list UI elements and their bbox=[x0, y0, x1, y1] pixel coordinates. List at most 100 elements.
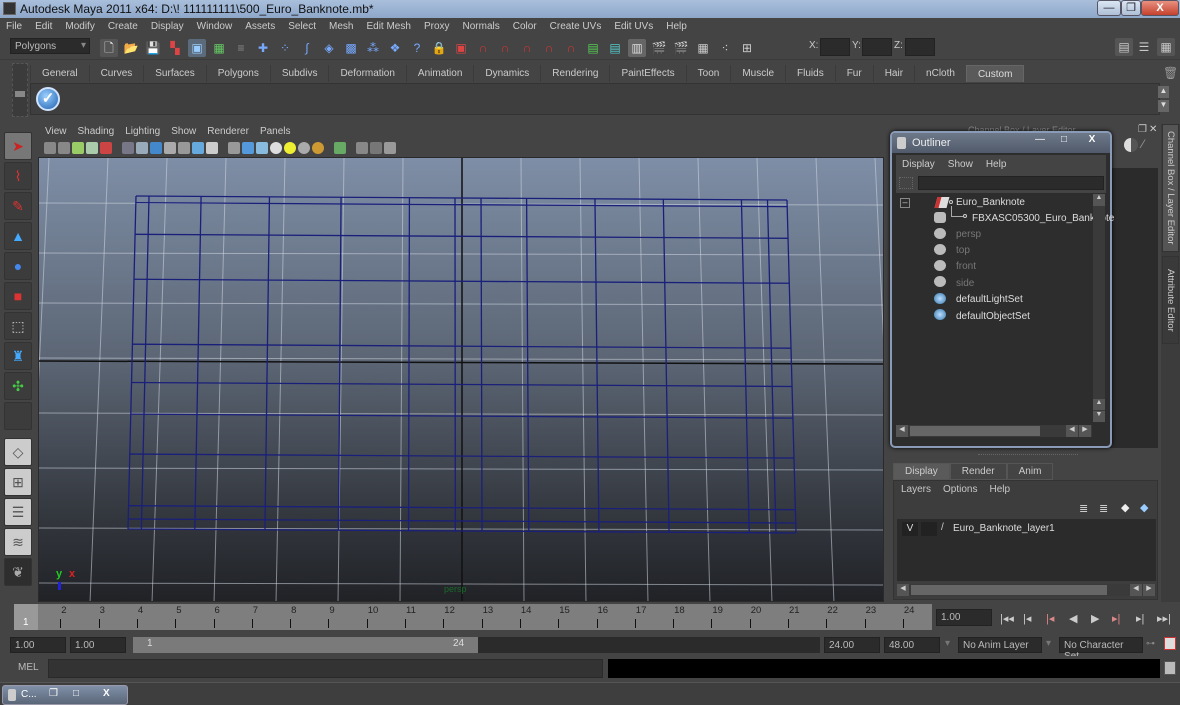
checkmark-shelf-icon[interactable]: ✓ bbox=[36, 87, 60, 111]
command-language-label[interactable]: MEL bbox=[18, 662, 39, 673]
channel-box-pick-icon[interactable]: ⁄ bbox=[1142, 137, 1144, 151]
outliner-item-default-light-set[interactable]: defaultLightSet bbox=[956, 294, 1023, 305]
scroll-left-end-icon[interactable]: ◀ bbox=[1066, 425, 1078, 437]
new-layer-selected-icon[interactable]: ≣ bbox=[1079, 502, 1088, 515]
scroll-page-up-icon[interactable]: ▲ bbox=[1093, 399, 1105, 410]
playback-start-field[interactable]: 1.00 bbox=[70, 637, 126, 653]
high-quality-icon[interactable] bbox=[312, 142, 324, 154]
anim-layer-dropdown[interactable]: No Anim Layer bbox=[958, 637, 1042, 653]
outliner-item-persp[interactable]: persp bbox=[956, 229, 981, 240]
move-tool-button[interactable]: ▲ bbox=[4, 222, 32, 250]
current-frame-indicator[interactable]: 1 bbox=[14, 604, 38, 630]
shelf-scroll-down-icon[interactable]: ▼ bbox=[1158, 100, 1169, 112]
show-manipulator-button[interactable]: ✣ bbox=[4, 372, 32, 400]
panel-close-icon[interactable]: ✕ bbox=[1149, 124, 1157, 135]
shelf-tab-deformation[interactable]: Deformation bbox=[328, 65, 406, 82]
select-joints-icon[interactable]: ⁘ bbox=[276, 39, 294, 57]
script-editor-icon[interactable] bbox=[1164, 661, 1176, 675]
minimized-window[interactable]: C... ❐ □ X bbox=[2, 685, 128, 705]
minimized-maximize-button[interactable]: □ bbox=[73, 688, 79, 699]
menu-mesh[interactable]: Mesh bbox=[329, 21, 353, 32]
outliner-title-bar[interactable]: Outliner — □ X bbox=[892, 133, 1110, 153]
time-slider[interactable]: 123456789101112131415161718192021222324 bbox=[14, 604, 932, 630]
persp-graph-layout-button[interactable]: ≋ bbox=[4, 528, 32, 556]
menu-proxy[interactable]: Proxy bbox=[424, 21, 450, 32]
safe-action-icon[interactable] bbox=[192, 142, 204, 154]
select-tool-button[interactable]: ➤ bbox=[4, 132, 32, 160]
new-scene-icon[interactable]: 🗋 bbox=[100, 39, 118, 57]
lock-selection-icon[interactable]: ≡ bbox=[232, 39, 250, 57]
attribute-editor-toggle-icon[interactable]: ▤ bbox=[1115, 38, 1133, 56]
textured-icon[interactable] bbox=[270, 142, 282, 154]
viewport-menu-lighting[interactable]: Lighting bbox=[125, 126, 160, 137]
tool-settings-toggle-icon[interactable]: ☰ bbox=[1135, 38, 1153, 56]
shelf-tab-muscle[interactable]: Muscle bbox=[730, 65, 786, 82]
outliner-filter-input[interactable] bbox=[918, 176, 1104, 190]
camera-attributes-icon[interactable] bbox=[58, 142, 70, 154]
menu-normals[interactable]: Normals bbox=[463, 21, 500, 32]
shelf-tab-ncloth[interactable]: nCloth bbox=[914, 65, 966, 82]
perspective-viewport[interactable]: y x persp bbox=[38, 157, 884, 602]
layer-menu-options[interactable]: Options bbox=[943, 484, 977, 495]
film-gate-icon[interactable] bbox=[136, 142, 148, 154]
shelf-trash-icon[interactable]: 🗑 bbox=[1163, 66, 1178, 80]
shelf-tab-curves[interactable]: Curves bbox=[88, 65, 144, 82]
isolate-select-icon[interactable] bbox=[334, 142, 346, 154]
shelf-tab-dynamics[interactable]: Dynamics bbox=[473, 65, 541, 82]
viewport-menu-shading[interactable]: Shading bbox=[78, 126, 115, 137]
anim-layer-dropdown-icon[interactable]: ▾ bbox=[945, 638, 950, 649]
select-hierarchy-icon[interactable]: ▚ bbox=[166, 39, 184, 57]
menu-set-dropdown[interactable]: Polygons ▾ bbox=[10, 38, 90, 54]
expand-node-icon[interactable] bbox=[949, 200, 953, 204]
persp-outliner-layout-button[interactable]: ☰ bbox=[4, 498, 32, 526]
y-field[interactable] bbox=[862, 38, 892, 56]
shelf-tab-painteffects[interactable]: PaintEffects bbox=[609, 65, 686, 82]
share-icon[interactable] bbox=[384, 142, 396, 154]
shelf-tab-rendering[interactable]: Rendering bbox=[540, 65, 610, 82]
layer-tab-render[interactable]: Render bbox=[949, 463, 1007, 480]
side-tab-channel-box[interactable]: Channel Box / Layer Editor bbox=[1162, 124, 1179, 252]
filter-options-icon[interactable] bbox=[899, 177, 913, 189]
outliner-menu-show[interactable]: Show bbox=[948, 159, 973, 170]
layer-tab-display[interactable]: Display bbox=[893, 463, 950, 480]
step-forward-key-button[interactable]: ▸| bbox=[1112, 612, 1120, 625]
character-set-dropdown[interactable]: No Character Set bbox=[1059, 637, 1143, 662]
collapse-toggle[interactable]: – bbox=[900, 198, 910, 208]
image-plane-icon[interactable] bbox=[86, 142, 98, 154]
construction-history-icon[interactable]: ▥ bbox=[628, 39, 646, 57]
shelf-tab-animation[interactable]: Animation bbox=[405, 65, 474, 82]
channel-box-toggle-icon[interactable]: ▦ bbox=[1157, 38, 1175, 56]
layer-hscroll-thumb[interactable] bbox=[911, 585, 1107, 595]
outliner-minimize-button[interactable]: — bbox=[1028, 134, 1052, 149]
select-handles-icon[interactable]: ✚ bbox=[254, 39, 272, 57]
menu-create-uvs[interactable]: Create UVs bbox=[550, 21, 602, 32]
go-to-start-button[interactable]: |◂◂ bbox=[1000, 612, 1014, 625]
layer-menu-layers[interactable]: Layers bbox=[901, 484, 931, 495]
viewport-menu-view[interactable]: View bbox=[45, 126, 67, 137]
outliner-menu-display[interactable]: Display bbox=[902, 159, 935, 170]
shelf-tab-general[interactable]: General bbox=[30, 65, 89, 82]
snap-to-curves-icon[interactable]: ∩ bbox=[496, 39, 514, 57]
panel-splitter[interactable] bbox=[978, 454, 1078, 457]
scroll-left-icon[interactable]: ◀ bbox=[896, 425, 908, 437]
render-current-frame-icon[interactable]: 🎬 bbox=[650, 39, 668, 57]
outliner-item-side[interactable]: side bbox=[956, 278, 974, 289]
select-deformations-icon[interactable]: ▩ bbox=[342, 39, 360, 57]
menu-display[interactable]: Display bbox=[151, 21, 184, 32]
soft-mod-tool-button[interactable]: ♜ bbox=[4, 342, 32, 370]
2d-pan-zoom-icon[interactable] bbox=[100, 142, 112, 154]
go-to-end-button[interactable]: ▸▸| bbox=[1157, 612, 1171, 625]
select-camera-icon[interactable] bbox=[44, 142, 56, 154]
snap-to-view-planes-icon[interactable]: ∩ bbox=[540, 39, 558, 57]
menu-edit-uvs[interactable]: Edit UVs bbox=[614, 21, 653, 32]
select-object-icon[interactable]: ▣ bbox=[188, 39, 206, 57]
menu-modify[interactable]: Modify bbox=[65, 21, 94, 32]
grid-icon[interactable] bbox=[122, 142, 134, 154]
menu-color[interactable]: Color bbox=[513, 21, 537, 32]
layer-display-type-toggle[interactable] bbox=[921, 522, 937, 536]
shelf-tab-fluids[interactable]: Fluids bbox=[785, 65, 835, 82]
select-component-icon[interactable]: ▦ bbox=[210, 39, 228, 57]
make-live-icon[interactable]: ∩ bbox=[562, 39, 580, 57]
shelf-tab-hair[interactable]: Hair bbox=[872, 65, 915, 82]
playback-end-field[interactable]: 24.00 bbox=[824, 637, 880, 653]
